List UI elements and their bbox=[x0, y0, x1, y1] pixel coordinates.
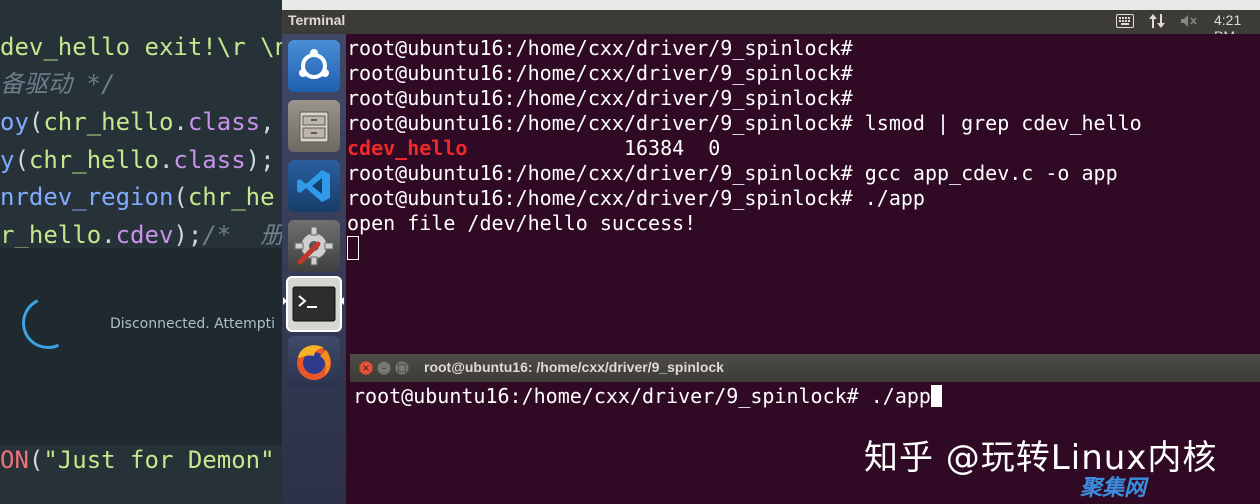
terminal-line: root@ubuntu16:/home/cxx/driver/9_spinloc… bbox=[347, 36, 853, 60]
top-strip bbox=[282, 0, 1260, 10]
terminal-2-titlebar[interactable]: × – □ root@ubuntu16: /home/cxx/driver/9_… bbox=[350, 354, 1260, 382]
watermark-text: 知乎 @玩转Linux内核 bbox=[864, 438, 1218, 478]
launcher-focus-indicator bbox=[340, 297, 344, 305]
terminal-2-command: root@ubuntu16:/home/cxx/driver/9_spinloc… bbox=[353, 384, 931, 408]
code-token: ( bbox=[173, 183, 188, 211]
terminal-line: root@ubuntu16:/home/cxx/driver/9_spinloc… bbox=[347, 161, 1118, 185]
code-token: cdev bbox=[115, 221, 174, 249]
code-line: oy(chr_hello.class, bbox=[0, 107, 275, 137]
code-line-bottom: ON("Just for Demon" bbox=[0, 445, 282, 504]
code-line: 备驱动 */ bbox=[0, 69, 115, 99]
code-token: 备驱动 */ bbox=[0, 70, 116, 98]
terminal-2-title: root@ubuntu16: /home/cxx/driver/9_spinlo… bbox=[424, 359, 724, 375]
network-arrows-icon[interactable] bbox=[1148, 13, 1166, 32]
code-line: dev_hello exit!\r \n bbox=[0, 32, 282, 62]
launcher bbox=[282, 34, 346, 504]
disconnected-message: Disconnected. Attempti bbox=[110, 316, 275, 332]
code-token: r_hello bbox=[0, 221, 102, 249]
code-token: , bbox=[260, 108, 275, 136]
maximize-button[interactable]: □ bbox=[395, 361, 409, 375]
terminal-cursor bbox=[347, 236, 359, 260]
code-token: chr_he bbox=[187, 183, 275, 211]
code-line: nrdev_region(chr_he bbox=[0, 182, 275, 212]
code-line: y(chr_hello.class); bbox=[0, 145, 275, 175]
code-token: ( bbox=[28, 446, 44, 474]
top-panel bbox=[282, 10, 1260, 34]
terminal-line: open file /dev/hello success! bbox=[347, 211, 697, 235]
launcher-active-indicator bbox=[283, 297, 287, 305]
keyboard-icon[interactable] bbox=[1116, 14, 1134, 31]
close-button[interactable]: × bbox=[359, 361, 373, 375]
code-token: chr_hello bbox=[28, 146, 159, 174]
terminal-line: root@ubuntu16:/home/cxx/driver/9_spinloc… bbox=[347, 186, 925, 210]
terminal-line: root@ubuntu16:/home/cxx/driver/9_spinloc… bbox=[347, 111, 1142, 135]
code-token: ON bbox=[0, 446, 29, 474]
terminal-2-line: root@ubuntu16:/home/cxx/driver/9_spinloc… bbox=[353, 384, 942, 409]
code-token: . bbox=[101, 221, 116, 249]
code-token: y bbox=[0, 146, 15, 174]
code-token: oy bbox=[0, 108, 29, 136]
code-token: ( bbox=[28, 108, 44, 136]
system-settings-icon[interactable] bbox=[288, 220, 340, 272]
code-token: nrdev_region bbox=[0, 183, 174, 211]
code-token: dev_hello exit!\r \n bbox=[0, 33, 282, 61]
code-token: chr_hello bbox=[43, 108, 174, 136]
code-token: ); bbox=[245, 146, 275, 174]
volume-muted-icon[interactable] bbox=[1180, 14, 1198, 31]
firefox-icon[interactable] bbox=[288, 336, 340, 388]
minimize-button[interactable]: – bbox=[377, 361, 391, 375]
code-token: ( bbox=[14, 146, 29, 174]
code-token: . bbox=[173, 108, 188, 136]
terminal-line: root@ubuntu16:/home/cxx/driver/9_spinloc… bbox=[347, 61, 853, 85]
vscode-icon[interactable] bbox=[288, 160, 340, 212]
code-token: /* 册 bbox=[202, 221, 282, 249]
code-token: class bbox=[173, 146, 246, 174]
code-line: ON("Just for Demon" bbox=[0, 445, 275, 475]
dash-home-icon[interactable] bbox=[288, 40, 340, 92]
code-token: class bbox=[187, 108, 261, 136]
code-token: "Just for Demon" bbox=[43, 446, 275, 474]
code-line: r_hello.cdev);/* 册 bbox=[0, 220, 282, 250]
module-name: cdev_hello bbox=[347, 136, 468, 160]
window-title: Terminal bbox=[288, 12, 346, 28]
watermark-sub: 聚集网 bbox=[1080, 476, 1147, 501]
terminal-line-lsmod: cdev_hello 16384 0 bbox=[347, 136, 720, 161]
terminal-icon[interactable] bbox=[286, 276, 342, 332]
module-info: 16384 0 bbox=[467, 136, 721, 160]
code-token: . bbox=[158, 146, 174, 174]
terminal-2-cursor bbox=[930, 385, 942, 407]
code-editor[interactable]: dev_hello exit!\r \n 备驱动 */oy(chr_hello.c… bbox=[0, 0, 282, 504]
terminal-line: root@ubuntu16:/home/cxx/driver/9_spinloc… bbox=[347, 86, 853, 110]
files-icon[interactable] bbox=[288, 100, 340, 152]
code-token: ); bbox=[173, 221, 203, 249]
